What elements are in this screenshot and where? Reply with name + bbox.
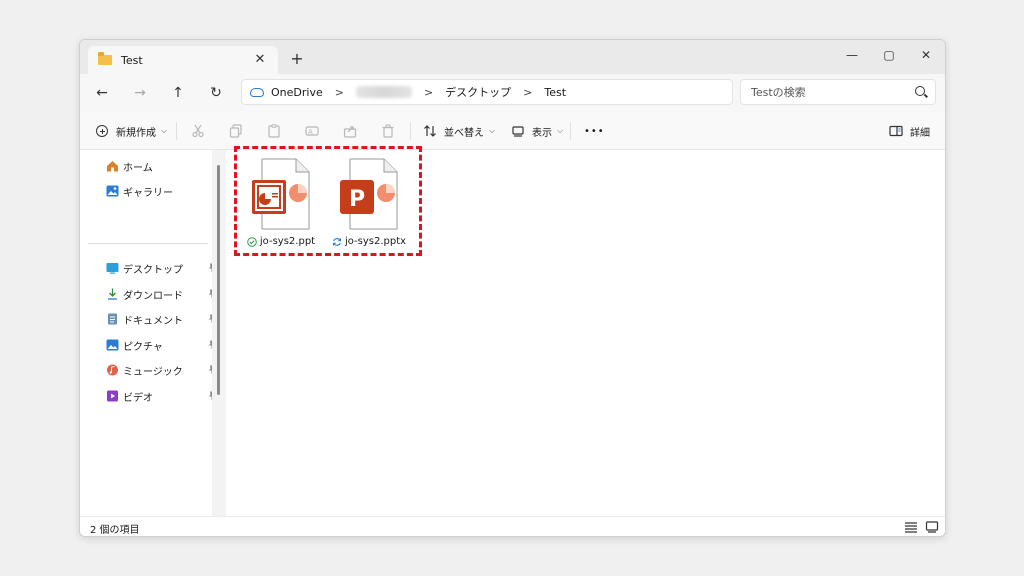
sidebar-item-documents[interactable]: ドキュメント xyxy=(106,309,216,329)
copy-icon xyxy=(228,123,244,139)
breadcrumb-separator[interactable]: > xyxy=(335,86,344,99)
chevron-down-icon: ⌵ xyxy=(489,126,496,135)
status-bar: 2 個の項目 xyxy=(80,516,945,536)
sidebar-divider xyxy=(88,243,208,244)
more-options-button[interactable]: ••• xyxy=(584,121,605,141)
share-icon xyxy=(342,123,358,139)
breadcrumb-test[interactable]: Test xyxy=(544,86,566,99)
forward-button[interactable]: → xyxy=(129,83,151,103)
pictures-icon xyxy=(106,339,119,351)
file-explorer-window: Test ✕ + — ▢ ✕ ← → ↑ ↻ OneDrive > > デスクト… xyxy=(79,39,946,537)
paste-icon xyxy=(266,123,282,139)
toolbar-divider xyxy=(176,122,177,140)
cut-button[interactable] xyxy=(190,121,212,141)
highlight-annotation xyxy=(234,146,422,256)
address-bar[interactable]: OneDrive > > デスクトップ > Test xyxy=(241,79,733,105)
new-label: 新規作成 xyxy=(116,127,156,139)
minimize-button[interactable]: — xyxy=(834,44,870,66)
breadcrumb-desktop[interactable]: デスクトップ xyxy=(445,84,511,100)
close-window-button[interactable]: ✕ xyxy=(908,44,944,66)
download-icon xyxy=(106,288,119,300)
navigation-bar: ← → ↑ ↻ OneDrive > > デスクトップ > Test xyxy=(80,74,945,112)
sidebar-item-videos[interactable]: ビデオ xyxy=(106,386,216,406)
sidebar-item-label: ピクチャ xyxy=(123,341,163,353)
back-button[interactable]: ← xyxy=(91,83,113,103)
search-input[interactable] xyxy=(751,85,911,99)
navigation-pane: ホーム ギャラリー デスクトップ ダウンロード ドキュメント ピクチャ ミュージ… xyxy=(80,150,216,516)
tab-test[interactable]: Test ✕ xyxy=(88,46,278,74)
item-count: 2 個の項目 xyxy=(90,525,140,536)
view-button[interactable]: 表示 ⌵ xyxy=(510,121,563,141)
breadcrumb-onedrive[interactable]: OneDrive xyxy=(271,86,323,99)
command-bar: 新規作成 ⌵ A 並べ替え ⌵ 表示 ⌵ ••• 詳細 xyxy=(80,112,945,150)
sidebar-item-label: ギャラリー xyxy=(123,187,173,199)
search-icon[interactable] xyxy=(915,86,925,96)
sidebar-item-label: ドキュメント xyxy=(123,315,183,327)
list-view-icon xyxy=(905,522,917,533)
trash-icon xyxy=(380,123,396,139)
sidebar-item-downloads[interactable]: ダウンロード xyxy=(106,284,216,304)
refresh-button[interactable]: ↻ xyxy=(205,83,227,103)
large-icons-view-button[interactable] xyxy=(925,521,939,533)
sidebar-item-label: ダウンロード xyxy=(123,290,183,302)
sidebar-item-label: デスクトップ xyxy=(123,264,183,276)
folder-icon xyxy=(98,52,112,65)
gallery-icon xyxy=(106,185,119,197)
rename-button[interactable]: A xyxy=(304,121,326,141)
details-pane-button[interactable]: 詳細 xyxy=(888,121,930,141)
toolbar-divider xyxy=(410,122,411,140)
thumbnail-view-icon xyxy=(925,521,939,533)
details-pane-icon xyxy=(888,123,904,139)
chevron-down-icon: ⌵ xyxy=(161,126,168,135)
sidebar-item-home[interactable]: ホーム xyxy=(106,156,216,176)
chevron-down-icon: ⌵ xyxy=(557,126,564,135)
share-button[interactable] xyxy=(342,121,364,141)
up-button[interactable]: ↑ xyxy=(167,83,189,103)
details-view-button[interactable] xyxy=(904,521,918,533)
tab-close-icon[interactable]: ✕ xyxy=(252,52,268,68)
breadcrumb-separator[interactable]: > xyxy=(424,86,433,99)
blurred-username[interactable] xyxy=(355,86,412,98)
home-icon xyxy=(106,160,119,172)
add-icon xyxy=(94,123,110,139)
sidebar-item-pictures[interactable]: ピクチャ xyxy=(106,335,216,355)
maximize-button[interactable]: ▢ xyxy=(871,44,907,66)
view-label: 表示 xyxy=(532,127,552,139)
desktop-icon xyxy=(106,262,119,274)
details-label: 詳細 xyxy=(910,127,930,139)
sort-label: 並べ替え xyxy=(444,127,484,139)
sidebar-item-gallery[interactable]: ギャラリー xyxy=(106,181,216,201)
video-icon xyxy=(106,390,119,402)
breadcrumb-separator[interactable]: > xyxy=(523,86,532,99)
sidebar-item-label: ホーム xyxy=(123,162,153,174)
sidebar-scrollbar-thumb[interactable] xyxy=(217,165,220,395)
title-bar: Test ✕ + — ▢ ✕ xyxy=(80,40,945,74)
sidebar-item-desktop[interactable]: デスクトップ xyxy=(106,258,216,278)
sort-button[interactable]: 並べ替え ⌵ xyxy=(422,121,495,141)
sidebar-item-music[interactable]: ミュージック xyxy=(106,360,216,380)
tab-title: Test xyxy=(121,53,143,67)
new-tab-button[interactable]: + xyxy=(288,50,306,68)
document-icon xyxy=(106,313,119,325)
new-button[interactable]: 新規作成 ⌵ xyxy=(94,121,167,141)
copy-button[interactable] xyxy=(228,121,250,141)
sidebar-item-label: ビデオ xyxy=(123,392,153,404)
sort-icon xyxy=(422,123,438,139)
search-box[interactable] xyxy=(740,79,936,105)
rename-icon: A xyxy=(304,123,320,139)
svg-text:A: A xyxy=(308,128,313,136)
sidebar-item-label: ミュージック xyxy=(123,366,183,378)
music-icon xyxy=(106,364,119,376)
cloud-icon xyxy=(250,87,264,97)
view-icon xyxy=(510,123,526,139)
delete-button[interactable] xyxy=(380,121,402,141)
paste-button[interactable] xyxy=(266,121,288,141)
toolbar-divider xyxy=(570,122,571,140)
cut-icon xyxy=(190,123,206,139)
